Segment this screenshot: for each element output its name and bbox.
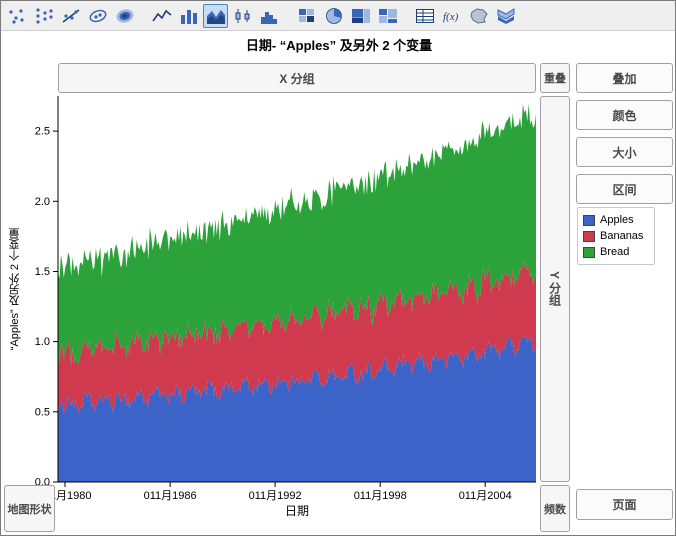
size-button[interactable]: 大小 bbox=[576, 137, 673, 167]
graph-builder-window: f(x) 日期- “Apples” 及另外 2 个变量 0.00.51.01.5… bbox=[0, 0, 676, 536]
bar-chart-icon[interactable] bbox=[176, 4, 201, 28]
legend-item-apples[interactable]: Apples bbox=[583, 212, 649, 228]
svg-text:011月1998: 011月1998 bbox=[354, 490, 407, 502]
interval-button[interactable]: 区间 bbox=[576, 174, 673, 204]
stacked-area-chart[interactable]: 0.00.51.01.52.02.5011月1980011月1986011月19… bbox=[1, 61, 561, 511]
chart-type-toolbar: f(x) bbox=[1, 1, 676, 31]
parallel-plot-icon[interactable] bbox=[493, 4, 518, 28]
apples-swatch bbox=[583, 215, 595, 226]
formula-icon[interactable]: f(x) bbox=[439, 4, 464, 28]
map-shape-icon[interactable] bbox=[466, 4, 491, 28]
drop-zone-y-group-label: Y 分组 bbox=[547, 271, 564, 306]
line-chart-icon[interactable] bbox=[149, 4, 174, 28]
bread-swatch bbox=[583, 247, 595, 258]
legend-label: Apples bbox=[600, 214, 634, 226]
svg-text:0.5: 0.5 bbox=[35, 406, 50, 418]
svg-text:2.0: 2.0 bbox=[35, 196, 50, 208]
drop-zone-map-shape[interactable]: 地图形状 bbox=[4, 485, 55, 532]
treemap-icon[interactable] bbox=[348, 4, 373, 28]
drop-zone-x-group[interactable]: X 分组 bbox=[58, 63, 536, 93]
legend: Apples Bananas Bread bbox=[577, 207, 655, 265]
contour-icon[interactable] bbox=[112, 4, 137, 28]
drop-zone-overlay-label: 重叠 bbox=[544, 70, 566, 86]
drop-zone-frequency[interactable]: 频数 bbox=[540, 485, 570, 532]
x-axis-title: 日期 bbox=[58, 502, 536, 519]
svg-text:1.5: 1.5 bbox=[35, 266, 50, 278]
svg-text:011月1992: 011月1992 bbox=[249, 490, 302, 502]
page-button[interactable]: 页面 bbox=[576, 489, 673, 520]
page-title: 日期- “Apples” 及另外 2 个变量 bbox=[1, 35, 676, 53]
drop-zone-y-group[interactable]: Y 分组 bbox=[540, 96, 570, 482]
line-of-fit-icon[interactable] bbox=[58, 4, 83, 28]
box-plot-icon[interactable] bbox=[230, 4, 255, 28]
svg-text:1.0: 1.0 bbox=[35, 336, 50, 348]
legend-label: Bread bbox=[600, 246, 629, 258]
color-button-label: 颜色 bbox=[612, 107, 636, 124]
overlay-button-label: 叠加 bbox=[612, 70, 636, 87]
size-button-label: 大小 bbox=[612, 144, 636, 161]
histogram-icon[interactable] bbox=[257, 4, 282, 28]
bananas-swatch bbox=[583, 231, 595, 242]
color-button[interactable]: 颜色 bbox=[576, 100, 673, 130]
area-chart-icon[interactable] bbox=[203, 4, 228, 28]
drop-zone-overlay[interactable]: 重叠 bbox=[540, 63, 570, 93]
pie-chart-icon[interactable] bbox=[321, 4, 346, 28]
svg-text:011月1986: 011月1986 bbox=[144, 490, 197, 502]
drop-zone-map-shape-label: 地图形状 bbox=[8, 501, 52, 517]
scatter-icon[interactable] bbox=[4, 4, 29, 28]
drop-zone-x-group-label: X 分组 bbox=[279, 70, 314, 87]
heatmap-icon[interactable] bbox=[294, 4, 319, 28]
svg-text:2.5: 2.5 bbox=[35, 126, 50, 138]
legend-item-bananas[interactable]: Bananas bbox=[583, 228, 649, 244]
overlay-button[interactable]: 叠加 bbox=[576, 63, 673, 93]
interval-button-label: 区间 bbox=[612, 181, 636, 198]
points-icon[interactable] bbox=[31, 4, 56, 28]
svg-text:f(x): f(x) bbox=[443, 11, 459, 23]
y-axis-title: “Apples” 及另外 2 个变量 bbox=[7, 96, 23, 482]
svg-text:011月2004: 011月2004 bbox=[459, 490, 512, 502]
legend-item-bread[interactable]: Bread bbox=[583, 244, 649, 260]
drop-zone-frequency-label: 频数 bbox=[544, 501, 566, 517]
mosaic-icon[interactable] bbox=[375, 4, 400, 28]
density-ellipse-icon[interactable] bbox=[85, 4, 110, 28]
page-button-label: 页面 bbox=[612, 496, 636, 513]
caption-box-icon[interactable] bbox=[412, 4, 437, 28]
legend-label: Bananas bbox=[600, 230, 643, 242]
